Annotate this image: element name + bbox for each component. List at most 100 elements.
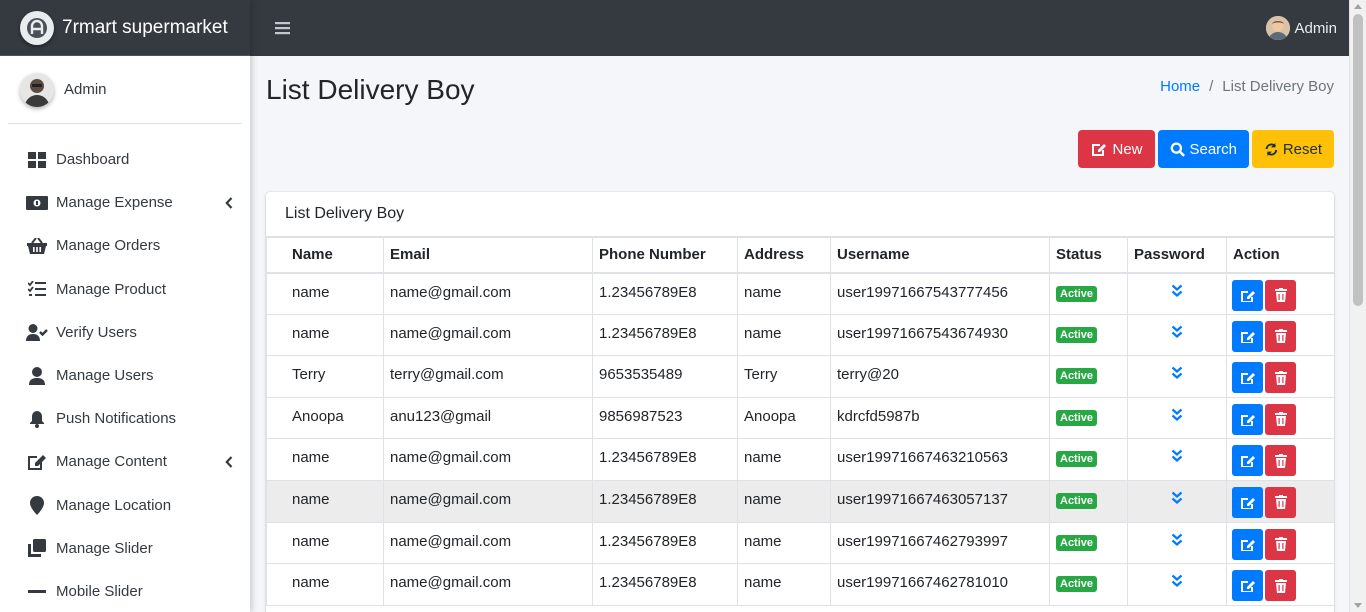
cell-phone: 1.23456789E8 (592, 438, 738, 481)
cell-password (1127, 355, 1227, 398)
angle-double-down-icon[interactable] (1171, 449, 1183, 467)
cell-actions (1226, 438, 1334, 481)
sidebar-user-name: Admin (64, 81, 107, 98)
table-row: name name@gmail.com 1.23456789E8 name user19… (266, 479, 1334, 523)
angle-double-down-icon[interactable] (1171, 366, 1183, 384)
delete-row-button[interactable] (1265, 403, 1296, 435)
sidebar-item-push-notifications[interactable]: Push Notifications (0, 397, 250, 440)
top-user-menu[interactable]: Admin (1266, 0, 1337, 56)
cell-actions (1226, 521, 1334, 565)
new-button-label: New (1112, 140, 1143, 158)
cell-email: name@gmail.com (383, 313, 593, 357)
user-panel[interactable]: Admin (8, 56, 242, 124)
breadcrumb-home-link[interactable]: Home (1160, 78, 1200, 95)
sidebar-item-manage-product[interactable]: Manage Product (0, 268, 250, 311)
cell-email: name@gmail.com (383, 563, 593, 606)
edit-row-button[interactable] (1232, 486, 1263, 518)
sidebar-item-label: Manage Slider (56, 539, 153, 557)
scroll-up-icon[interactable] (1354, 4, 1362, 9)
cell-status: Active (1049, 479, 1128, 523)
angle-double-down-icon[interactable] (1171, 574, 1183, 592)
edit-row-button[interactable] (1232, 279, 1263, 311)
new-button[interactable]: New (1078, 130, 1155, 168)
minus-icon (26, 581, 48, 601)
edit-row-button[interactable] (1232, 403, 1263, 435)
delete-row-button[interactable] (1265, 445, 1296, 477)
sidebar-item-mobile-slider[interactable]: Mobile Slider (0, 570, 250, 612)
sidebar-item-manage-expense[interactable]: Manage Expense (0, 181, 250, 224)
brand-link[interactable]: 7rmart supermarket (0, 0, 250, 56)
cell-password (1127, 563, 1227, 606)
sidebar-item-dashboard[interactable]: Dashboard (0, 138, 250, 181)
edit-icon (1240, 578, 1256, 593)
angle-double-down-icon[interactable] (1171, 491, 1183, 509)
cell-status: Active (1049, 396, 1128, 440)
angle-double-down-icon[interactable] (1171, 533, 1183, 551)
card-title: List Delivery Boy (266, 192, 1334, 237)
basket-icon (26, 236, 48, 256)
edit-row-button[interactable] (1232, 362, 1263, 394)
edit-icon (1240, 370, 1256, 385)
angle-double-down-icon[interactable] (1171, 325, 1183, 343)
cell-actions (1226, 313, 1334, 357)
delete-row-button[interactable] (1265, 279, 1296, 311)
clone-icon (26, 538, 48, 558)
cell-username: user19971667462781010 (830, 563, 1050, 606)
menu-toggle-icon[interactable] (272, 18, 292, 38)
cell-address: name (737, 438, 831, 481)
delete-row-button[interactable] (1265, 320, 1296, 352)
page-scrollbar[interactable] (1349, 0, 1366, 612)
status-badge: Active (1056, 534, 1098, 551)
sidebar-item-manage-content[interactable]: Manage Content (0, 440, 250, 483)
edit-icon (1240, 537, 1256, 552)
brand-logo-icon (20, 10, 54, 45)
cell-phone: 1.23456789E8 (592, 563, 738, 606)
delivery-boy-card: List Delivery Boy Name Email Phone Number A… (266, 192, 1334, 612)
cell-name: Anoopa (266, 396, 384, 440)
cell-username: kdrcfd5987b (830, 396, 1050, 440)
delete-row-button[interactable] (1265, 486, 1296, 518)
angle-double-down-icon[interactable] (1171, 408, 1183, 426)
delete-row-button[interactable] (1265, 362, 1296, 394)
column-header-action: Action (1226, 237, 1334, 274)
tasks-icon (26, 279, 48, 299)
cell-phone: 9653535489 (592, 355, 738, 398)
edit-row-button[interactable] (1232, 320, 1263, 352)
sidebar-item-manage-location[interactable]: Manage Location (0, 484, 250, 527)
sidebar-item-label: Manage Content (56, 453, 167, 471)
angle-double-down-icon[interactable] (1171, 284, 1183, 302)
search-icon (1170, 141, 1186, 157)
cell-address: Anoopa (737, 396, 831, 440)
search-button[interactable]: Search (1158, 130, 1249, 168)
edit-row-button[interactable] (1232, 445, 1263, 477)
sidebar-item-label: Verify Users (56, 323, 137, 341)
reset-button[interactable]: Reset (1252, 130, 1334, 168)
edit-icon (1240, 453, 1256, 468)
edit-row-button[interactable] (1232, 528, 1263, 560)
trash-icon (1274, 288, 1287, 302)
cell-username: terry@20 (830, 355, 1050, 398)
edit-icon (1092, 144, 1107, 156)
action-buttons: New Search Reset (1078, 130, 1334, 168)
sidebar-item-manage-slider[interactable]: Manage Slider (0, 527, 250, 570)
sidebar-item-manage-users[interactable]: Manage Users (0, 354, 250, 397)
delete-row-button[interactable] (1265, 528, 1296, 560)
cell-status: Active (1049, 563, 1128, 606)
scroll-down-icon[interactable] (1354, 603, 1362, 608)
breadcrumb-separator: / (1209, 78, 1214, 95)
trash-icon (1274, 453, 1287, 468)
edit-row-button[interactable] (1232, 570, 1263, 602)
sidebar-item-label: Manage Location (56, 496, 172, 514)
cell-username: user19971667462793997 (830, 521, 1050, 565)
cell-email: name@gmail.com (383, 479, 593, 523)
scroll-thumb[interactable] (1353, 14, 1363, 306)
status-badge: Active (1056, 576, 1098, 593)
cell-password (1127, 272, 1227, 315)
cell-password (1127, 479, 1227, 523)
sidebar-item-manage-orders[interactable]: Manage Orders (0, 224, 250, 267)
cell-name: name (266, 479, 384, 523)
column-header-address: Address (737, 237, 831, 274)
sidebar-item-verify-users[interactable]: Verify Users (0, 311, 250, 354)
delete-row-button[interactable] (1265, 570, 1296, 602)
cell-email: anu123@gmail (383, 396, 593, 440)
